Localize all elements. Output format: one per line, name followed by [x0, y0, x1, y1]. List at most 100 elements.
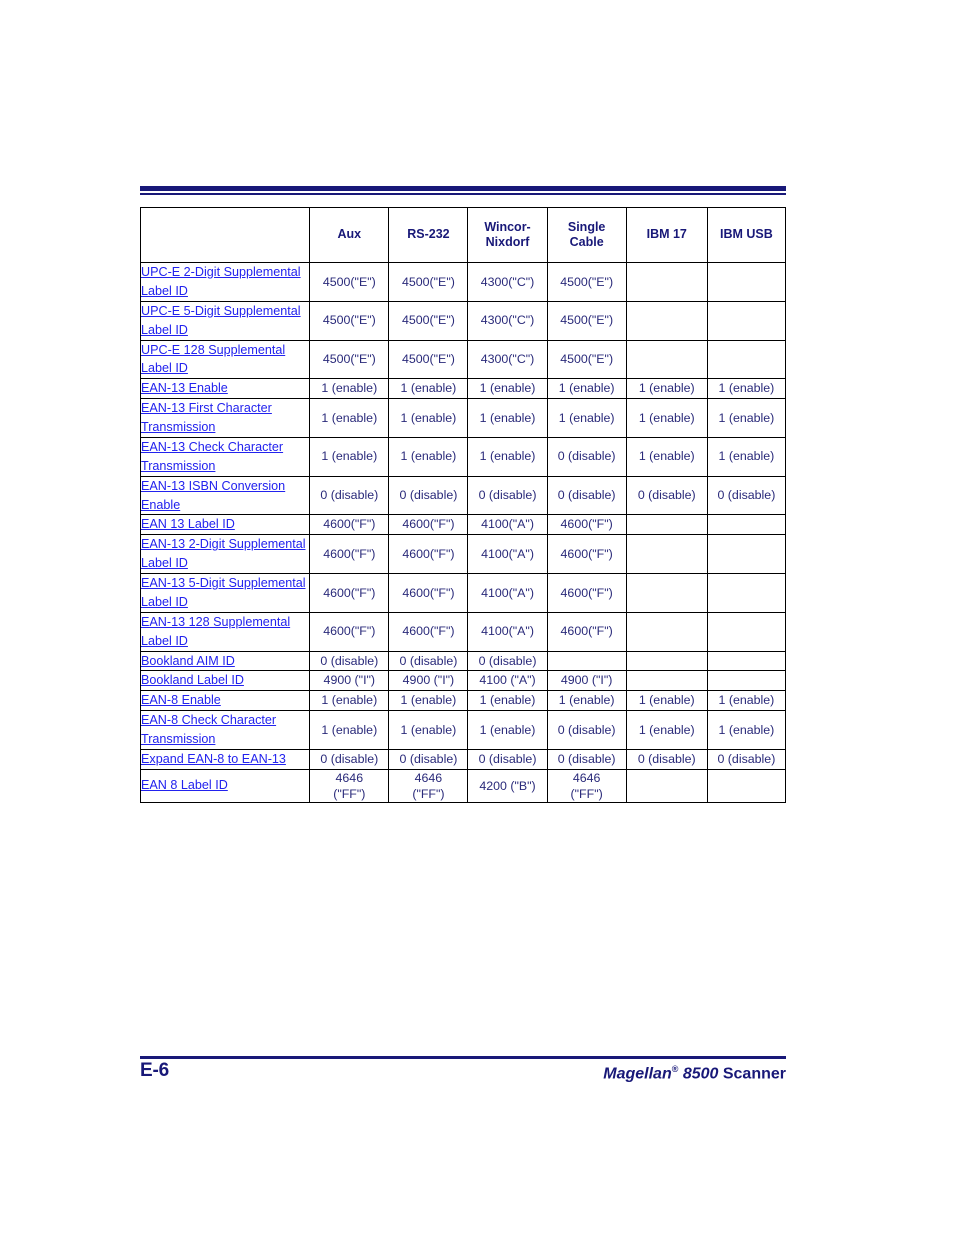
table-cell-rs232: 4900 ("I"): [388, 670, 469, 692]
table-cell-ibmusb: [706, 262, 787, 302]
column-header-single-line1: Single: [567, 219, 606, 234]
table-cell-single-cable: 4600("F"): [546, 514, 627, 536]
setting-link[interactable]: EAN 8 Label ID: [141, 778, 228, 792]
setting-link[interactable]: EAN-13 Enable: [141, 381, 228, 395]
setting-link[interactable]: EAN-13 Check Character Transmission: [141, 440, 283, 473]
table-row: EAN 13 Label ID 4600("F") 4600("F") 4100("A…: [139, 514, 787, 536]
column-header-wincor-line1: Wincor-: [484, 219, 531, 234]
table-cell-setting-name: EAN-8 Enable: [139, 690, 311, 712]
column-header-blank: [139, 207, 311, 263]
table-cell-aux: 1 (enable): [309, 436, 390, 477]
setting-link[interactable]: EAN 13 Label ID: [141, 517, 235, 531]
table-cell-rs232: 0 (disable): [388, 475, 469, 516]
configuration-table-wrapper: Aux RS-232 Wincor- Nixdorf Single Cable IB…: [139, 207, 787, 804]
table-cell-ibmusb: [706, 534, 787, 574]
table-cell-ibm17: [625, 573, 708, 613]
setting-link[interactable]: Bookland Label ID: [141, 673, 244, 687]
table-row: UPC-E 5-Digit Supplemental Label ID 4500(…: [139, 300, 787, 341]
table-cell-ibm17: 1 (enable): [625, 710, 708, 750]
table-cell-ibm17: [625, 650, 708, 672]
footer-rule: [140, 1056, 786, 1059]
table-cell-aux: 4600("F"): [309, 573, 390, 613]
table-cell-ibmusb: [706, 300, 787, 341]
table-row: EAN-13 First Character Transmission 1 (en…: [139, 398, 787, 438]
table-cell-ibmusb: [706, 768, 787, 804]
table-cell-setting-name: UPC-E 5-Digit Supplemental Label ID: [139, 300, 311, 341]
table-cell-ibm17: 1 (enable): [625, 436, 708, 477]
setting-link[interactable]: UPC-E 128 Supplemental Label ID: [141, 343, 285, 376]
table-row: EAN-8 Check Character Transmission 1 (ena…: [139, 710, 787, 750]
table-cell-wincor-nixdorf: 4100("A"): [467, 534, 548, 574]
table-cell-wincor-nixdorf: 1 (enable): [467, 398, 548, 438]
table-cell-ibmusb: 1 (enable): [706, 398, 787, 438]
table-row: Bookland Label ID 4900 ("I") 4900 ("I") 410…: [139, 670, 787, 692]
table-cell-single-cable: 1 (enable): [546, 378, 627, 400]
table-cell-aux: 0 (disable): [309, 475, 390, 516]
table-cell-rs232: 0 (disable): [388, 748, 469, 770]
cell-value-line: 4646: [335, 770, 364, 785]
table-cell-ibm17: 1 (enable): [625, 378, 708, 400]
table-row: UPC-E 2-Digit Supplemental Label ID 4500(…: [139, 262, 787, 302]
table-cell-wincor-nixdorf: 0 (disable): [467, 748, 548, 770]
table-cell-ibm17: 0 (disable): [625, 475, 708, 516]
table-cell-setting-name: UPC-E 128 Supplemental Label ID: [139, 339, 311, 380]
table-cell-aux: 0 (disable): [309, 748, 390, 770]
table-cell-rs232: 1 (enable): [388, 398, 469, 438]
setting-link[interactable]: EAN-8 Enable: [141, 693, 221, 707]
cell-value-line: ("FF"): [570, 786, 603, 801]
table-cell-rs232: 1 (enable): [388, 378, 469, 400]
table-row: EAN-8 Enable 1 (enable) 1 (enable) 1 (enabl…: [139, 690, 787, 712]
column-header-ibm17: IBM 17: [625, 207, 708, 263]
setting-link[interactable]: EAN-8 Check Character Transmission: [141, 713, 276, 746]
setting-link[interactable]: EAN-13 ISBN Conversion Enable: [141, 479, 285, 512]
table-row: EAN-13 128 Supplemental Label ID 4600("F"…: [139, 611, 787, 652]
table-cell-ibm17: [625, 339, 708, 380]
setting-link[interactable]: UPC-E 5-Digit Supplemental Label ID: [141, 304, 301, 337]
setting-link[interactable]: Expand EAN-8 to EAN-13: [141, 752, 286, 766]
table-cell-setting-name: EAN-13 5-Digit Supplemental Label ID: [139, 573, 311, 613]
table-cell-ibmusb: 1 (enable): [706, 690, 787, 712]
setting-link[interactable]: EAN-13 128 Supplemental Label ID: [141, 615, 290, 648]
column-header-single-cable: Single Cable: [546, 207, 627, 263]
table-cell-aux: 4500("E"): [309, 300, 390, 341]
footer-product-title: Magellan® 8500 Scanner: [603, 1064, 786, 1083]
table-cell-wincor-nixdorf: 1 (enable): [467, 436, 548, 477]
setting-link[interactable]: Bookland AIM ID: [141, 654, 235, 668]
setting-link[interactable]: UPC-E 2-Digit Supplemental Label ID: [141, 265, 301, 298]
table-cell-ibm17: [625, 534, 708, 574]
table-cell-rs232: 4600("F"): [388, 611, 469, 652]
table-cell-ibmusb: [706, 339, 787, 380]
table-cell-setting-name: EAN-13 128 Supplemental Label ID: [139, 611, 311, 652]
table-cell-aux: 4600("F"): [309, 514, 390, 536]
table-cell-ibm17: [625, 262, 708, 302]
table-cell-single-cable: 0 (disable): [546, 436, 627, 477]
cell-value-line: ("FF"): [333, 786, 366, 801]
table-cell-aux: 1 (enable): [309, 398, 390, 438]
table-cell-single-cable: 4500("E"): [546, 339, 627, 380]
table-cell-ibmusb: [706, 670, 787, 692]
table-row: EAN-13 5-Digit Supplemental Label ID 4600…: [139, 573, 787, 613]
setting-link[interactable]: EAN-13 First Character Transmission: [141, 401, 272, 434]
table-row: EAN-13 Enable 1 (enable) 1 (enable) 1 (enab…: [139, 378, 787, 400]
cell-value-line: ("FF"): [412, 786, 445, 801]
page-footer: E-6 Magellan® 8500 Scanner: [140, 1060, 786, 1090]
table-cell-single-cable: 1 (enable): [546, 398, 627, 438]
table-cell-aux: 4600("F"): [309, 534, 390, 574]
setting-link[interactable]: EAN-13 2-Digit Supplemental Label ID: [141, 537, 306, 570]
table-row: EAN 8 Label ID 4646 ("FF") 4646 ("FF") 4200 (…: [139, 768, 787, 804]
document-page: Aux RS-232 Wincor- Nixdorf Single Cable IB…: [0, 0, 954, 1235]
table-cell-setting-name: UPC-E 2-Digit Supplemental Label ID: [139, 262, 311, 302]
column-header-wincor-nixdorf: Wincor- Nixdorf: [467, 207, 548, 263]
setting-link[interactable]: EAN-13 5-Digit Supplemental Label ID: [141, 576, 306, 609]
table-cell-setting-name: Expand EAN-8 to EAN-13: [139, 748, 311, 770]
rule-thin: [140, 193, 786, 195]
footer-model: 8500: [678, 1065, 723, 1083]
table-cell-setting-name: EAN 8 Label ID: [139, 768, 311, 804]
table-cell-wincor-nixdorf: 4300("C"): [467, 262, 548, 302]
table-cell-wincor-nixdorf: 4200 ("B"): [467, 768, 548, 804]
table-cell-ibm17: [625, 611, 708, 652]
table-cell-aux: 1 (enable): [309, 378, 390, 400]
table-cell-wincor-nixdorf: 4100("A"): [467, 573, 548, 613]
table-cell-wincor-nixdorf: 4300("C"): [467, 300, 548, 341]
table-body: UPC-E 2-Digit Supplemental Label ID 4500(…: [139, 262, 787, 804]
